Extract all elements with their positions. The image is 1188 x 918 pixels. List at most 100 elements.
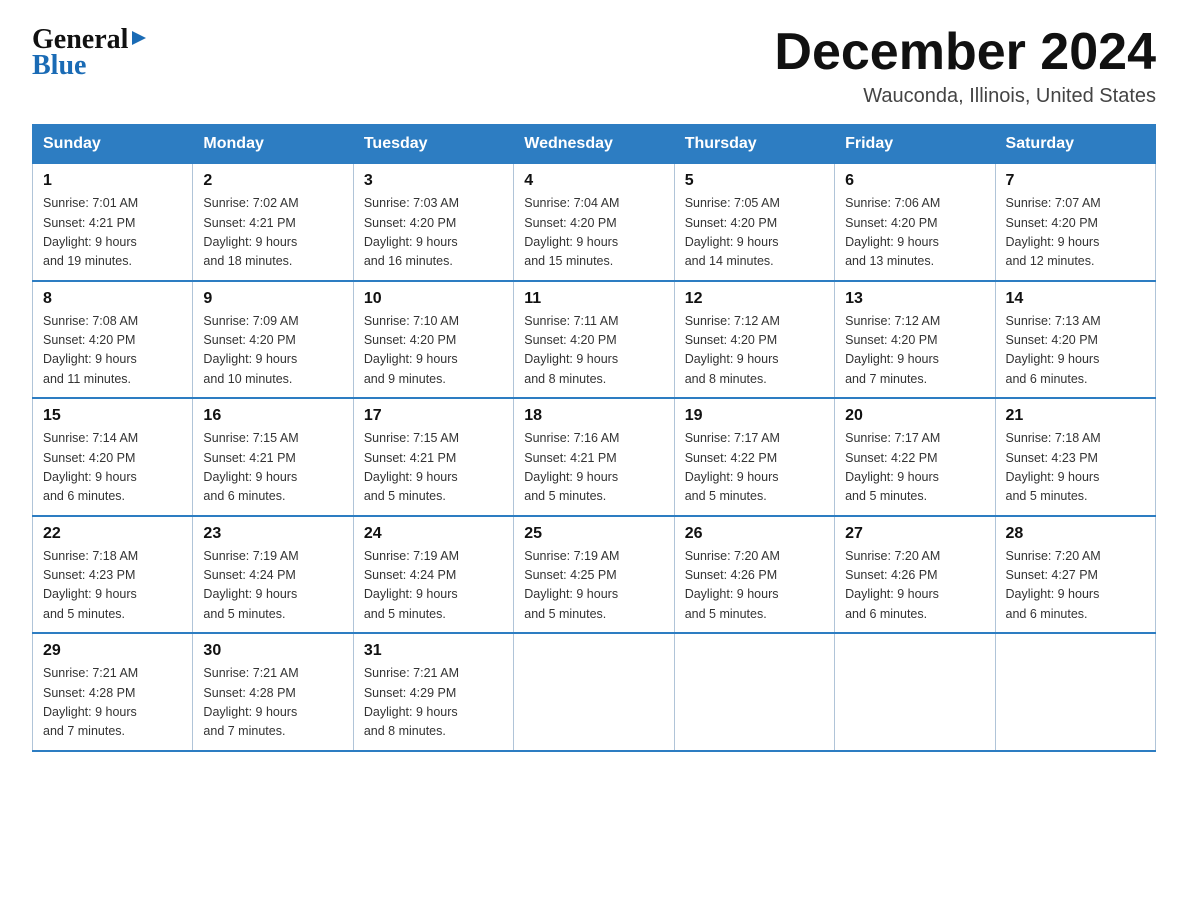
calendar-cell: 9 Sunrise: 7:09 AMSunset: 4:20 PMDayligh… (193, 281, 353, 399)
calendar-cell: 30 Sunrise: 7:21 AMSunset: 4:28 PMDaylig… (193, 633, 353, 751)
day-number: 11 (524, 290, 663, 308)
day-info: Sunrise: 7:21 AMSunset: 4:28 PMDaylight:… (203, 666, 298, 738)
calendar-week-row: 8 Sunrise: 7:08 AMSunset: 4:20 PMDayligh… (33, 281, 1156, 399)
calendar-cell (995, 633, 1155, 751)
col-header-wednesday: Wednesday (514, 125, 674, 164)
day-info: Sunrise: 7:05 AMSunset: 4:20 PMDaylight:… (685, 196, 780, 268)
col-header-friday: Friday (835, 125, 995, 164)
col-header-tuesday: Tuesday (353, 125, 513, 164)
day-number: 29 (43, 642, 182, 660)
day-number: 16 (203, 407, 342, 425)
calendar-table: SundayMondayTuesdayWednesdayThursdayFrid… (32, 124, 1156, 752)
title-area: December 2024 Wauconda, Illinois, United… (774, 24, 1156, 108)
day-number: 9 (203, 290, 342, 308)
calendar-cell: 6 Sunrise: 7:06 AMSunset: 4:20 PMDayligh… (835, 164, 995, 281)
calendar-cell: 1 Sunrise: 7:01 AMSunset: 4:21 PMDayligh… (33, 164, 193, 281)
logo: General Blue (32, 24, 148, 82)
day-info: Sunrise: 7:20 AMSunset: 4:26 PMDaylight:… (685, 549, 780, 621)
calendar-cell: 29 Sunrise: 7:21 AMSunset: 4:28 PMDaylig… (33, 633, 193, 751)
calendar-cell: 11 Sunrise: 7:11 AMSunset: 4:20 PMDaylig… (514, 281, 674, 399)
day-info: Sunrise: 7:04 AMSunset: 4:20 PMDaylight:… (524, 196, 619, 268)
calendar-cell (674, 633, 834, 751)
day-info: Sunrise: 7:19 AMSunset: 4:24 PMDaylight:… (364, 549, 459, 621)
calendar-header-row: SundayMondayTuesdayWednesdayThursdayFrid… (33, 125, 1156, 164)
page-header: General Blue December 2024 Wauconda, Ill… (32, 24, 1156, 108)
location-subtitle: Wauconda, Illinois, United States (774, 85, 1156, 108)
day-info: Sunrise: 7:17 AMSunset: 4:22 PMDaylight:… (685, 431, 780, 503)
calendar-week-row: 1 Sunrise: 7:01 AMSunset: 4:21 PMDayligh… (33, 164, 1156, 281)
calendar-cell: 13 Sunrise: 7:12 AMSunset: 4:20 PMDaylig… (835, 281, 995, 399)
day-number: 2 (203, 172, 342, 190)
calendar-cell: 17 Sunrise: 7:15 AMSunset: 4:21 PMDaylig… (353, 398, 513, 516)
day-info: Sunrise: 7:18 AMSunset: 4:23 PMDaylight:… (1006, 431, 1101, 503)
day-info: Sunrise: 7:19 AMSunset: 4:25 PMDaylight:… (524, 549, 619, 621)
logo-blue-text: Blue (32, 50, 86, 82)
day-number: 10 (364, 290, 503, 308)
col-header-sunday: Sunday (33, 125, 193, 164)
calendar-cell: 31 Sunrise: 7:21 AMSunset: 4:29 PMDaylig… (353, 633, 513, 751)
day-number: 21 (1006, 407, 1145, 425)
day-number: 17 (364, 407, 503, 425)
calendar-cell: 3 Sunrise: 7:03 AMSunset: 4:20 PMDayligh… (353, 164, 513, 281)
day-number: 4 (524, 172, 663, 190)
col-header-saturday: Saturday (995, 125, 1155, 164)
calendar-cell: 7 Sunrise: 7:07 AMSunset: 4:20 PMDayligh… (995, 164, 1155, 281)
calendar-cell: 8 Sunrise: 7:08 AMSunset: 4:20 PMDayligh… (33, 281, 193, 399)
day-info: Sunrise: 7:19 AMSunset: 4:24 PMDaylight:… (203, 549, 298, 621)
calendar-cell: 2 Sunrise: 7:02 AMSunset: 4:21 PMDayligh… (193, 164, 353, 281)
day-info: Sunrise: 7:02 AMSunset: 4:21 PMDaylight:… (203, 196, 298, 268)
day-info: Sunrise: 7:14 AMSunset: 4:20 PMDaylight:… (43, 431, 138, 503)
day-number: 14 (1006, 290, 1145, 308)
day-info: Sunrise: 7:21 AMSunset: 4:28 PMDaylight:… (43, 666, 138, 738)
day-info: Sunrise: 7:08 AMSunset: 4:20 PMDaylight:… (43, 314, 138, 386)
day-number: 23 (203, 525, 342, 543)
day-number: 7 (1006, 172, 1145, 190)
day-info: Sunrise: 7:09 AMSunset: 4:20 PMDaylight:… (203, 314, 298, 386)
calendar-cell: 15 Sunrise: 7:14 AMSunset: 4:20 PMDaylig… (33, 398, 193, 516)
day-number: 8 (43, 290, 182, 308)
day-info: Sunrise: 7:18 AMSunset: 4:23 PMDaylight:… (43, 549, 138, 621)
calendar-cell: 12 Sunrise: 7:12 AMSunset: 4:20 PMDaylig… (674, 281, 834, 399)
day-info: Sunrise: 7:07 AMSunset: 4:20 PMDaylight:… (1006, 196, 1101, 268)
month-title: December 2024 (774, 24, 1156, 81)
day-info: Sunrise: 7:21 AMSunset: 4:29 PMDaylight:… (364, 666, 459, 738)
day-number: 30 (203, 642, 342, 660)
day-number: 31 (364, 642, 503, 660)
day-number: 19 (685, 407, 824, 425)
day-number: 22 (43, 525, 182, 543)
calendar-cell: 18 Sunrise: 7:16 AMSunset: 4:21 PMDaylig… (514, 398, 674, 516)
day-info: Sunrise: 7:01 AMSunset: 4:21 PMDaylight:… (43, 196, 138, 268)
day-number: 27 (845, 525, 984, 543)
day-info: Sunrise: 7:12 AMSunset: 4:20 PMDaylight:… (685, 314, 780, 386)
calendar-cell: 28 Sunrise: 7:20 AMSunset: 4:27 PMDaylig… (995, 516, 1155, 634)
day-info: Sunrise: 7:06 AMSunset: 4:20 PMDaylight:… (845, 196, 940, 268)
calendar-cell: 24 Sunrise: 7:19 AMSunset: 4:24 PMDaylig… (353, 516, 513, 634)
day-number: 24 (364, 525, 503, 543)
calendar-cell: 22 Sunrise: 7:18 AMSunset: 4:23 PMDaylig… (33, 516, 193, 634)
day-number: 26 (685, 525, 824, 543)
calendar-cell: 25 Sunrise: 7:19 AMSunset: 4:25 PMDaylig… (514, 516, 674, 634)
day-number: 6 (845, 172, 984, 190)
day-number: 25 (524, 525, 663, 543)
calendar-cell: 14 Sunrise: 7:13 AMSunset: 4:20 PMDaylig… (995, 281, 1155, 399)
calendar-cell (514, 633, 674, 751)
day-number: 18 (524, 407, 663, 425)
calendar-cell: 20 Sunrise: 7:17 AMSunset: 4:22 PMDaylig… (835, 398, 995, 516)
day-info: Sunrise: 7:15 AMSunset: 4:21 PMDaylight:… (364, 431, 459, 503)
day-info: Sunrise: 7:20 AMSunset: 4:27 PMDaylight:… (1006, 549, 1101, 621)
day-info: Sunrise: 7:12 AMSunset: 4:20 PMDaylight:… (845, 314, 940, 386)
day-number: 13 (845, 290, 984, 308)
calendar-cell: 19 Sunrise: 7:17 AMSunset: 4:22 PMDaylig… (674, 398, 834, 516)
day-info: Sunrise: 7:20 AMSunset: 4:26 PMDaylight:… (845, 549, 940, 621)
day-info: Sunrise: 7:11 AMSunset: 4:20 PMDaylight:… (524, 314, 618, 386)
day-info: Sunrise: 7:16 AMSunset: 4:21 PMDaylight:… (524, 431, 619, 503)
day-info: Sunrise: 7:03 AMSunset: 4:20 PMDaylight:… (364, 196, 459, 268)
calendar-cell: 5 Sunrise: 7:05 AMSunset: 4:20 PMDayligh… (674, 164, 834, 281)
day-info: Sunrise: 7:15 AMSunset: 4:21 PMDaylight:… (203, 431, 298, 503)
calendar-cell: 27 Sunrise: 7:20 AMSunset: 4:26 PMDaylig… (835, 516, 995, 634)
day-info: Sunrise: 7:10 AMSunset: 4:20 PMDaylight:… (364, 314, 459, 386)
calendar-week-row: 29 Sunrise: 7:21 AMSunset: 4:28 PMDaylig… (33, 633, 1156, 751)
day-info: Sunrise: 7:13 AMSunset: 4:20 PMDaylight:… (1006, 314, 1101, 386)
day-info: Sunrise: 7:17 AMSunset: 4:22 PMDaylight:… (845, 431, 940, 503)
calendar-cell: 4 Sunrise: 7:04 AMSunset: 4:20 PMDayligh… (514, 164, 674, 281)
